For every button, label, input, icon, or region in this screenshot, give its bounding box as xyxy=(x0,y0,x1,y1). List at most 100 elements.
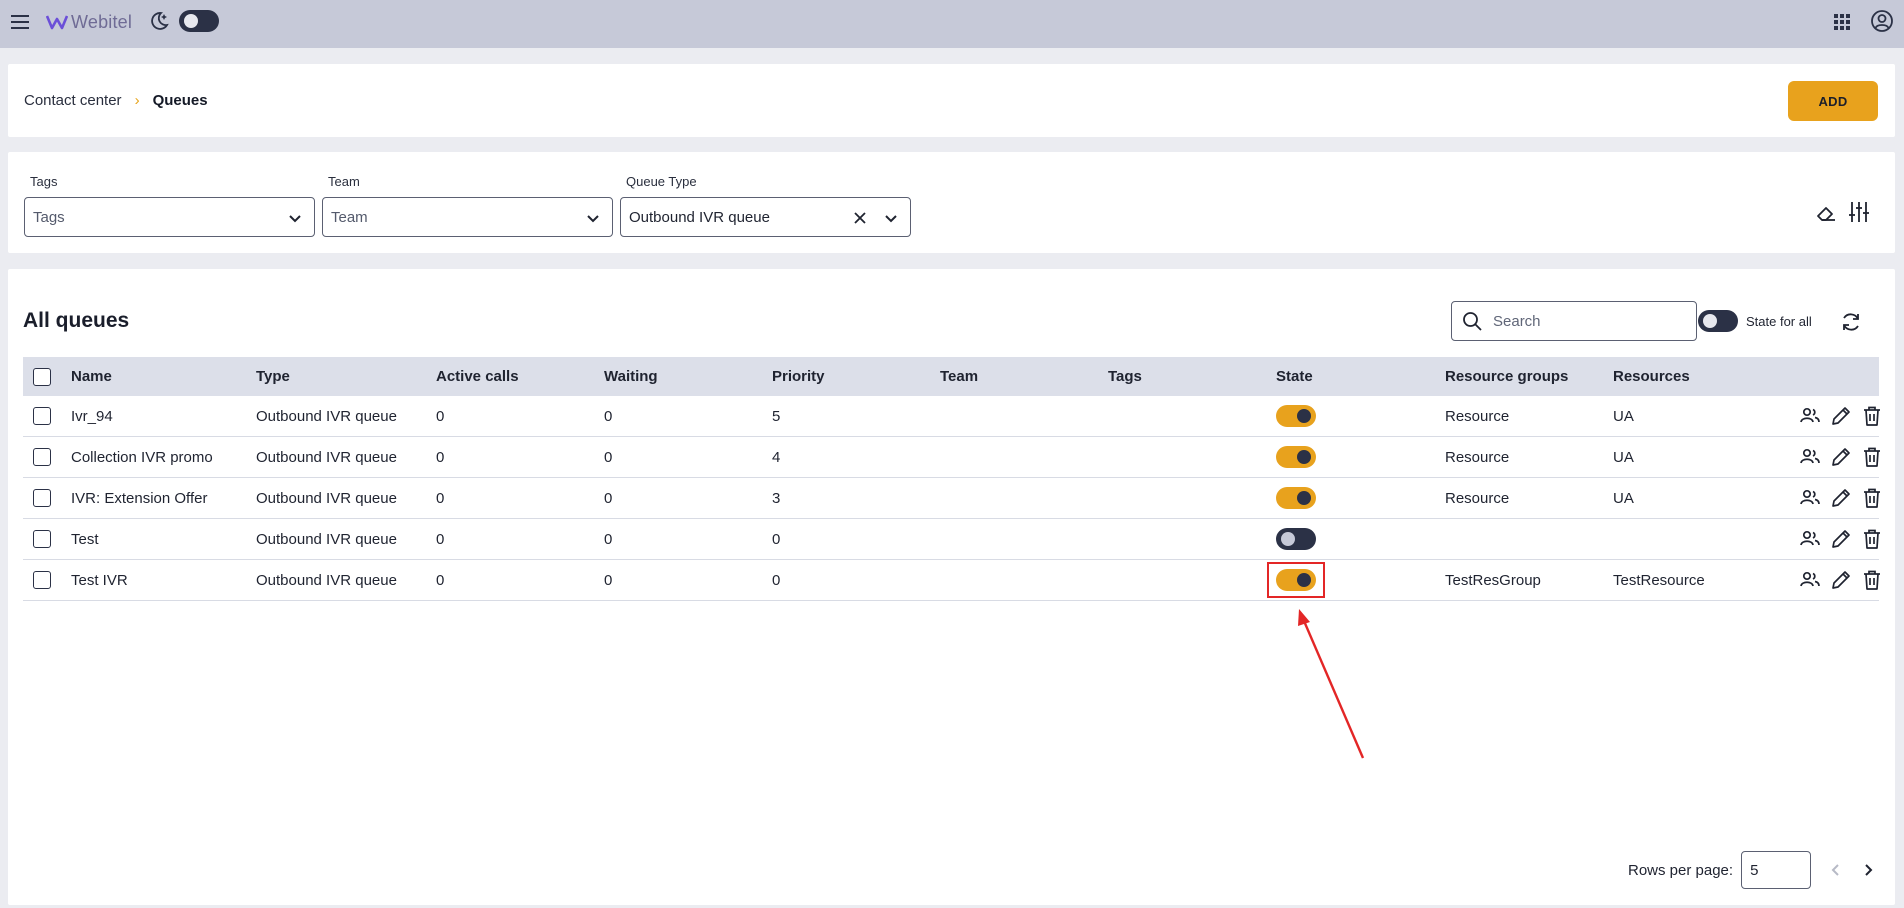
chevron-down-icon xyxy=(587,215,599,223)
state-for-all: State for all xyxy=(1698,310,1812,332)
row-select-cell xyxy=(33,519,51,559)
edit-icon[interactable] xyxy=(1829,445,1853,469)
cell-state xyxy=(1276,437,1316,477)
members-icon[interactable] xyxy=(1798,486,1822,510)
column-header-tags[interactable]: Tags xyxy=(1108,357,1142,396)
cell-name[interactable]: Collection IVR promo xyxy=(71,437,213,477)
cell-priority: 0 xyxy=(772,530,781,548)
select-all-checkbox[interactable] xyxy=(33,367,51,386)
column-header-name[interactable]: Name xyxy=(71,357,112,396)
delete-icon[interactable] xyxy=(1860,527,1884,551)
row-checkbox[interactable] xyxy=(33,489,51,507)
apps-grid-icon[interactable] xyxy=(1831,11,1853,33)
logo-text: Webitel xyxy=(71,11,133,32)
breadcrumb-contact-center[interactable]: Contact center xyxy=(24,92,122,109)
table-row: Test Outbound IVR queue 0 0 0 xyxy=(23,519,1880,560)
state-toggle-wrapper xyxy=(1267,562,1325,598)
column-header-active-calls[interactable]: Active calls xyxy=(436,357,519,396)
edit-icon[interactable] xyxy=(1829,568,1853,592)
state-toggle[interactable] xyxy=(1276,528,1316,550)
column-header-type[interactable]: Type xyxy=(256,357,290,396)
state-toggle[interactable] xyxy=(1276,446,1316,468)
refresh-icon[interactable] xyxy=(1839,310,1863,334)
column-header-resources[interactable]: Resources xyxy=(1613,357,1690,396)
cell-resources: UA xyxy=(1613,489,1634,507)
cell-waiting: 0 xyxy=(604,407,613,425)
edit-icon[interactable] xyxy=(1829,486,1853,510)
cell-name[interactable]: Ivr_94 xyxy=(71,396,113,436)
toggle-knob xyxy=(1297,491,1311,505)
filter-queue-type-label: Queue Type xyxy=(626,174,697,189)
members-icon[interactable] xyxy=(1798,527,1822,551)
row-checkbox[interactable] xyxy=(33,530,51,548)
cell-name[interactable]: Test IVR xyxy=(71,560,128,600)
annotation-highlight-box xyxy=(1267,562,1325,598)
clear-icon[interactable] xyxy=(852,210,868,226)
account-icon[interactable] xyxy=(1870,9,1894,33)
cell-resource-groups: Resource xyxy=(1445,489,1510,507)
cell-waiting: 0 xyxy=(604,571,613,589)
table-row: Ivr_94 Outbound IVR queue 0 0 5 Resource… xyxy=(23,396,1880,437)
column-header-priority[interactable]: Priority xyxy=(772,357,825,396)
row-actions xyxy=(1798,478,1884,518)
cell-active-calls: 0 xyxy=(436,571,445,589)
delete-icon[interactable] xyxy=(1860,486,1884,510)
column-header-state[interactable]: State xyxy=(1276,357,1313,396)
state-for-all-label: State for all xyxy=(1746,313,1812,329)
state-toggle[interactable] xyxy=(1276,405,1316,427)
row-select-cell xyxy=(33,396,51,436)
edit-icon[interactable] xyxy=(1829,404,1853,428)
top-bar: Webitel xyxy=(0,0,1904,48)
queue-type-value: Outbound IVR queue xyxy=(629,208,770,226)
cell-state xyxy=(1267,560,1325,600)
tags-placeholder: Tags xyxy=(33,208,65,226)
column-header-resource-groups[interactable]: Resource groups xyxy=(1445,357,1568,396)
tags-select[interactable]: Tags xyxy=(24,197,315,237)
cell-name[interactable]: IVR: Extension Offer xyxy=(71,478,207,518)
add-button[interactable]: ADD xyxy=(1788,81,1878,121)
moon-icon xyxy=(151,12,169,30)
rows-per-page-input[interactable]: 5 xyxy=(1741,851,1812,889)
webitel-logo-icon xyxy=(46,15,68,30)
row-checkbox[interactable] xyxy=(33,448,51,466)
table-row: IVR: Extension Offer Outbound IVR queue … xyxy=(23,478,1880,519)
delete-icon[interactable] xyxy=(1860,404,1884,428)
row-actions xyxy=(1798,519,1884,559)
delete-icon[interactable] xyxy=(1860,568,1884,592)
filter-settings-icon[interactable] xyxy=(1848,200,1870,224)
cell-resources: UA xyxy=(1613,448,1634,466)
state-toggle[interactable] xyxy=(1276,487,1316,509)
members-icon[interactable] xyxy=(1798,568,1822,592)
edit-icon[interactable] xyxy=(1829,527,1853,551)
row-checkbox[interactable] xyxy=(33,571,51,589)
menu-icon[interactable] xyxy=(9,11,31,33)
search-box xyxy=(1451,301,1697,341)
chevron-right-icon[interactable] xyxy=(1859,861,1877,879)
cell-state xyxy=(1276,478,1316,518)
cell-active-calls: 0 xyxy=(436,407,445,425)
chevron-left-icon[interactable] xyxy=(1827,861,1845,879)
pagination: Rows per page: 5 xyxy=(1628,851,1877,889)
cell-type: Outbound IVR queue xyxy=(256,489,397,507)
filter-queue-type: Queue Type Outbound IVR queue xyxy=(620,174,911,237)
column-header-waiting[interactable]: Waiting xyxy=(604,357,658,396)
team-select[interactable]: Team xyxy=(322,197,613,237)
column-header-team[interactable]: Team xyxy=(940,357,978,396)
toggle-knob xyxy=(1297,450,1311,464)
table-row: Collection IVR promo Outbound IVR queue … xyxy=(23,437,1880,478)
filter-tags-label: Tags xyxy=(30,174,58,189)
page-header: Contact center › Queues ADD xyxy=(8,64,1895,137)
members-icon[interactable] xyxy=(1798,445,1822,469)
members-icon[interactable] xyxy=(1798,404,1822,428)
delete-icon[interactable] xyxy=(1860,445,1884,469)
cell-name[interactable]: Test xyxy=(71,519,99,559)
row-checkbox[interactable] xyxy=(33,407,51,425)
app-logo[interactable]: Webitel xyxy=(46,10,132,34)
theme-toggle[interactable] xyxy=(179,10,219,32)
eraser-icon[interactable] xyxy=(1815,202,1837,224)
queue-type-select[interactable]: Outbound IVR queue xyxy=(620,197,911,237)
state-for-all-toggle[interactable] xyxy=(1698,310,1738,332)
cell-resource-groups: TestResGroup xyxy=(1445,571,1541,589)
search-input[interactable] xyxy=(1493,312,1683,330)
cell-type: Outbound IVR queue xyxy=(256,530,397,548)
